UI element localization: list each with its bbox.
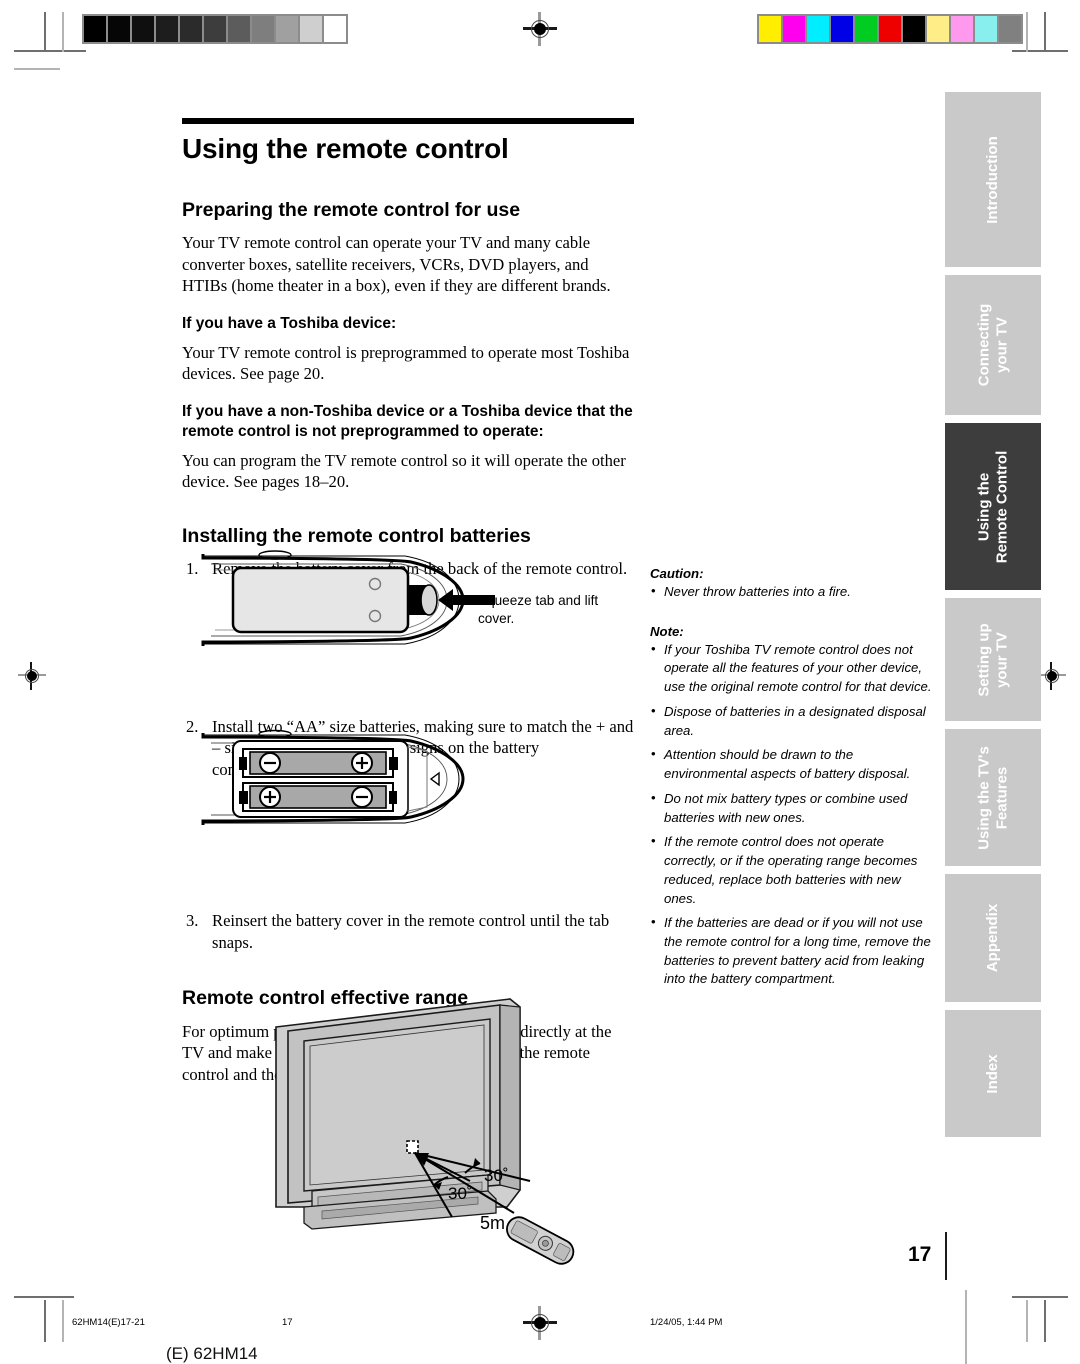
list-item: Attention should be drawn to the environ… xyxy=(650,745,933,783)
page-number: 17 xyxy=(908,1243,932,1266)
page-number-rule xyxy=(945,1232,947,1280)
page-title: Using the remote control xyxy=(182,133,509,164)
list-item: Dispose of batteries in a designated dis… xyxy=(650,702,933,740)
sidebar-tab-label: Introduction xyxy=(984,135,1002,224)
sidebar-tab-label: Using the Remote Control xyxy=(975,450,1010,563)
title-rule xyxy=(182,118,634,124)
sidebar-tab-appendix[interactable]: Appendix xyxy=(945,874,1041,1002)
list-item: Do not mix battery types or combine used… xyxy=(650,789,933,827)
illustration-remote-cover xyxy=(201,550,495,646)
caution-list: Never throw batteries into a fire. xyxy=(650,582,933,602)
step-text: Reinsert the battery cover in the remote… xyxy=(212,911,610,952)
section-tabs: Introduction Connecting your TV Using the Re… xyxy=(945,92,1041,1145)
sidebar-tab-setting-up-your-tv[interactable]: Setting up your TV xyxy=(945,598,1041,721)
footer-model-partial: (E) 62HM14 xyxy=(166,1344,258,1363)
section-heading-preparing: Preparing the remote control for use xyxy=(182,198,521,221)
page-content: Using the remote control Preparing the r… xyxy=(0,0,1080,1364)
list-item: Never throw batteries into a fire. xyxy=(650,582,933,602)
sidebar-tab-using-the-tv-s-features[interactable]: Using the TV's Features xyxy=(945,729,1041,866)
section-intro-paragraph: Your TV remote control can operate your … xyxy=(182,233,611,296)
illustration-tv-effective-range: 30˚ 30˚ 5m xyxy=(275,998,575,1265)
angle-label-right: 30˚ xyxy=(484,1166,509,1185)
list-item: If the batteries are dead or if you will… xyxy=(650,913,933,989)
callout-squeeze-tab: Squeeze tab and lift cover. xyxy=(478,593,599,626)
distance-label: 5m xyxy=(480,1213,505,1233)
notes-column: Caution: Never throw batteries into a fi… xyxy=(650,566,933,995)
paragraph-toshiba-device: Your TV remote control is preprogrammed … xyxy=(182,342,630,384)
step-number: 3. xyxy=(186,911,199,931)
note-list: If your Toshiba TV remote control does n… xyxy=(650,640,933,989)
subheading-toshiba-device: If you have a Toshiba device: xyxy=(182,314,397,332)
sidebar-tab-label: Connecting your TV xyxy=(975,303,1010,387)
footer-timestamp: 1/24/05, 1:44 PM xyxy=(650,1317,723,1328)
sidebar-tab-using-the-remote-control[interactable]: Using the Remote Control xyxy=(945,423,1041,590)
paragraph-non-toshiba-device: You can program the TV remote control so… xyxy=(182,450,626,492)
battery-steps-list-3: 3. Reinsert the battery cover in the rem… xyxy=(182,910,634,953)
subheading-non-toshiba-device: If you have a non-Toshiba device or a To… xyxy=(182,402,633,440)
sidebar-tab-introduction[interactable]: Introduction xyxy=(945,92,1041,267)
sidebar-tab-connecting-your-tv[interactable]: Connecting your TV xyxy=(945,275,1041,415)
footer-file-id: 62HM14(E)17-21 xyxy=(72,1317,145,1328)
angle-label-left: 30˚ xyxy=(448,1184,473,1203)
caution-heading: Caution: xyxy=(650,566,704,581)
sidebar-tab-index[interactable]: Index xyxy=(945,1010,1041,1137)
sidebar-tab-label: Setting up your TV xyxy=(975,622,1010,697)
sidebar-tab-label: Appendix xyxy=(984,903,1002,973)
sidebar-tab-label: Index xyxy=(984,1053,1002,1094)
illustration-battery-install xyxy=(201,729,465,825)
note-heading: Note: xyxy=(650,623,684,639)
list-item: 3. Reinsert the battery cover in the rem… xyxy=(182,910,634,953)
list-item: If your Toshiba TV remote control does n… xyxy=(650,640,933,697)
footer-page: 17 xyxy=(282,1317,293,1328)
sidebar-tab-label: Using the TV's Features xyxy=(975,745,1010,850)
list-item: If the remote control does not operate c… xyxy=(650,832,933,908)
